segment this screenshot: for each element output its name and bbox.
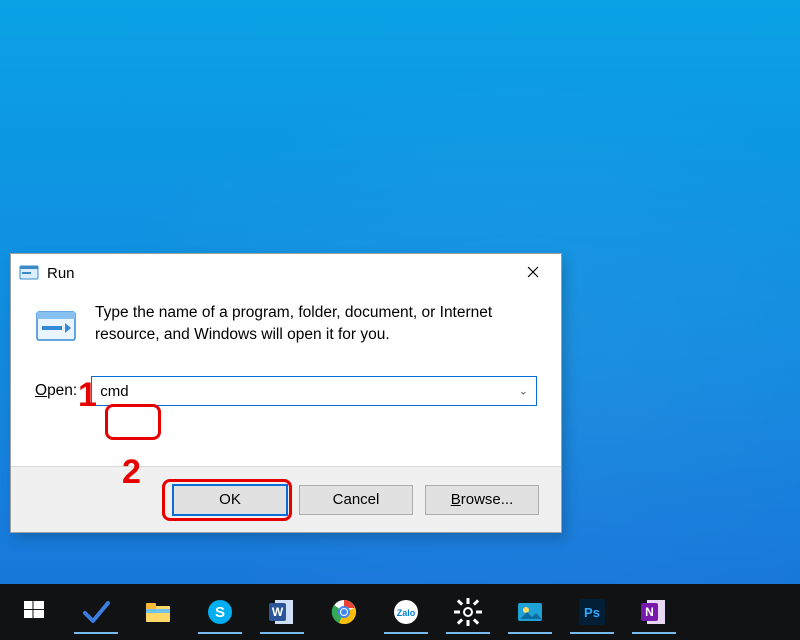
taskbar-chrome[interactable]: [316, 588, 372, 636]
zalo-icon: Zalo: [391, 597, 421, 627]
close-icon: [527, 265, 539, 281]
dialog-description: Type the name of a program, folder, docu…: [95, 302, 525, 348]
svg-text:N: N: [645, 605, 654, 619]
windows-start-icon: [22, 598, 46, 627]
svg-text:S: S: [215, 604, 225, 621]
file-explorer-icon: [143, 597, 173, 627]
taskbar-photoshop[interactable]: Ps: [564, 588, 620, 636]
open-label: Open:: [35, 382, 77, 400]
dialog-title: Run: [47, 265, 75, 282]
photoshop-icon: Ps: [577, 597, 607, 627]
chevron-down-icon: ⌄: [519, 385, 528, 398]
ok-button[interactable]: OK: [173, 485, 287, 515]
todo-icon: [81, 597, 111, 627]
taskbar-file-explorer[interactable]: [130, 588, 186, 636]
word-icon: W: [267, 597, 297, 627]
run-body-icon: [35, 306, 77, 348]
desktop: Run Type the name of a program, folder, …: [0, 0, 800, 640]
open-combobox[interactable]: cmd ⌄: [91, 376, 537, 406]
button-row: OK Cancel Browse...: [11, 466, 561, 532]
svg-text:Zalo: Zalo: [397, 608, 416, 618]
taskbar: S W Zalo: [0, 584, 800, 640]
run-title-icon: [19, 263, 39, 283]
photos-icon: [515, 597, 545, 627]
taskbar-word[interactable]: W: [254, 588, 310, 636]
titlebar[interactable]: Run: [11, 254, 561, 292]
skype-icon: S: [205, 597, 235, 627]
chrome-icon: [329, 597, 359, 627]
run-dialog: Run Type the name of a program, folder, …: [10, 253, 562, 533]
svg-text:W: W: [272, 605, 284, 619]
taskbar-zalo[interactable]: Zalo: [378, 588, 434, 636]
taskbar-settings[interactable]: [440, 588, 496, 636]
taskbar-todo[interactable]: [68, 588, 124, 636]
close-button[interactable]: [511, 258, 555, 288]
taskbar-start[interactable]: [6, 588, 62, 636]
onenote-icon: N: [639, 597, 669, 627]
taskbar-onenote[interactable]: N: [626, 588, 682, 636]
cancel-button[interactable]: Cancel: [299, 485, 413, 515]
open-input-value: cmd: [100, 383, 128, 400]
taskbar-skype[interactable]: S: [192, 588, 248, 636]
browse-button[interactable]: Browse...: [425, 485, 539, 515]
svg-text:Ps: Ps: [584, 605, 600, 620]
taskbar-photos[interactable]: [502, 588, 558, 636]
settings-gear-icon: [453, 597, 483, 627]
